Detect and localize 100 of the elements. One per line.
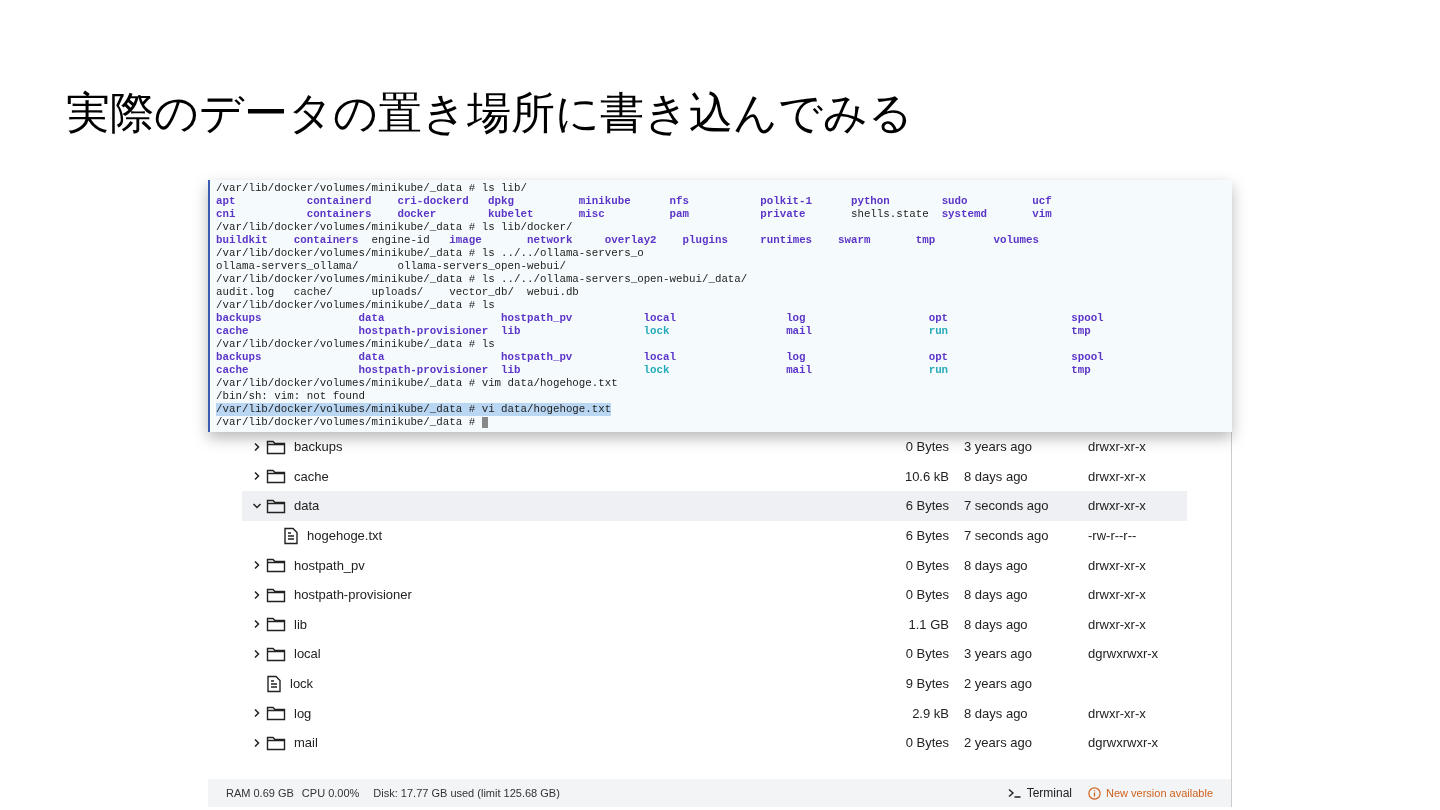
listing-entry: spool xyxy=(1071,351,1105,364)
file-name: hogehoge.txt xyxy=(307,528,383,544)
listing-entry: dpkg xyxy=(488,195,516,208)
listing-entry: systemd xyxy=(941,208,988,221)
terminal-command: /var/lib/docker/volumes/minikube/_data # ls xyxy=(216,338,496,351)
file-row[interactable]: local 0 Bytes 3 years ago dgrwxrwxr-x xyxy=(242,639,1187,669)
terminal-command: /var/lib/docker/volumes/minikube/_data # vi data/hogehoge.txt xyxy=(216,403,612,416)
chevron-icon[interactable] xyxy=(252,501,262,511)
permissions: drwxr-xr-x xyxy=(1088,705,1146,721)
terminal-output: ollama-servers_ollama/ ollama-servers_open-webui/ xyxy=(216,260,567,273)
listing-entry: vim xyxy=(1032,208,1053,221)
modified-time: 2 years ago xyxy=(963,735,1033,751)
permissions: drwxr-xr-x xyxy=(1088,557,1146,573)
cursor xyxy=(481,417,488,428)
listing-entry: private xyxy=(760,208,807,221)
listing-entry: lock xyxy=(643,325,671,338)
listing-entry: lib xyxy=(501,364,522,377)
listing-entry: overlay2 xyxy=(604,234,658,247)
folder-icon xyxy=(266,557,286,574)
listing-entry: tmp xyxy=(1071,364,1092,377)
listing-entry: pam xyxy=(669,208,690,221)
modified-time: 7 seconds ago xyxy=(963,528,1050,544)
chevron-icon[interactable] xyxy=(252,708,262,719)
slide-title: 実際のデータの置き場所に書き込んでみる xyxy=(65,86,914,140)
listing-entry: containers xyxy=(293,234,360,247)
file-row[interactable]: hostpath-provisioner 0 Bytes 8 days ago drwxr-xr-x xyxy=(242,579,1187,610)
file-row[interactable]: backups 0 Bytes 3 years ago drwxr-xr-x xyxy=(242,432,1187,462)
file-name: lib xyxy=(294,616,307,632)
file-row[interactable]: mail 0 Bytes 2 years ago dgrwxrwxr-x xyxy=(242,727,1187,758)
listing-entry: local xyxy=(643,351,677,364)
modified-time: 8 days ago xyxy=(963,557,1029,573)
file-size: 6 Bytes xyxy=(904,498,949,514)
modified-time: 3 years ago xyxy=(963,439,1033,455)
permissions: drwxr-xr-x xyxy=(1088,498,1146,514)
permissions: dgrwxrwxr-x xyxy=(1088,646,1159,662)
file-size: 2.9 kB xyxy=(911,705,949,721)
listing-entry: cni xyxy=(216,208,237,221)
permissions: -rw-r--r-- xyxy=(1088,528,1137,544)
file-size: 9 Bytes xyxy=(904,676,949,692)
chevron-icon[interactable] xyxy=(252,560,262,571)
listing-entry: kubelet xyxy=(488,208,535,221)
listing-entry: polkit-1 xyxy=(760,195,814,208)
listing-entry: python xyxy=(850,195,891,208)
listing-entry: opt xyxy=(928,351,950,364)
file-size: 0 Bytes xyxy=(904,735,949,751)
chevron-icon[interactable] xyxy=(252,441,262,452)
listing-entry: run xyxy=(928,364,950,377)
listing-entry: image xyxy=(449,234,483,247)
folder-icon xyxy=(266,468,286,485)
listing-entry: cri-dockerd xyxy=(397,195,470,208)
file-size: 0 Bytes xyxy=(904,557,949,573)
file-name: log xyxy=(294,705,312,721)
permissions: drwxr-xr-x xyxy=(1088,439,1146,455)
folder-icon xyxy=(266,734,286,751)
terminal-output: /bin/sh: vim: not found xyxy=(216,390,367,403)
listing-entry: data xyxy=(358,312,386,325)
modified-time: 2 years ago xyxy=(963,676,1033,692)
ram-usage: RAM 0.69 GB xyxy=(226,787,294,799)
terminal-command: /var/lib/docker/volumes/minikube/_data # vim data/hogehoge.txt xyxy=(216,377,619,390)
file-name: backups xyxy=(294,439,343,455)
listing-entry: run xyxy=(928,325,950,338)
modified-time: 8 days ago xyxy=(963,468,1029,484)
listing-entry: plugins xyxy=(682,234,729,247)
file-row[interactable]: hostpath_pv 0 Bytes 8 days ago drwxr-xr-x xyxy=(242,550,1187,580)
file-row[interactable]: data 6 Bytes 7 seconds ago drwxr-xr-x xyxy=(242,491,1187,521)
file-row[interactable]: lock 9 Bytes 2 years ago xyxy=(242,668,1187,699)
chevron-icon[interactable] xyxy=(252,589,262,600)
listing-entry: containers xyxy=(306,208,373,221)
file-size: 0 Bytes xyxy=(904,646,949,662)
listing-entry: lib xyxy=(501,325,522,338)
listing-entry: containerd xyxy=(306,195,373,208)
file-row[interactable]: hogehoge.txt 6 Bytes 7 seconds ago -rw-r--r-- xyxy=(242,520,1187,551)
terminal-icon xyxy=(1007,788,1022,798)
permissions: drwxr-xr-x xyxy=(1088,468,1146,484)
chevron-icon[interactable] xyxy=(252,471,262,482)
file-size: 0 Bytes xyxy=(904,587,949,603)
folder-icon xyxy=(266,438,286,455)
listing-entry: tmp xyxy=(915,234,937,247)
listing-entry: shells.state xyxy=(850,208,930,221)
listing-entry: backups xyxy=(216,351,263,364)
folder-icon xyxy=(266,586,286,603)
disk-usage: Disk: 17.77 GB used (limit 125.68 GB) xyxy=(373,787,560,799)
listing-entry: local xyxy=(643,312,677,325)
listing-entry: runtimes xyxy=(760,234,814,247)
listing-entry: mail xyxy=(786,364,814,377)
chevron-icon[interactable] xyxy=(252,619,262,630)
chevron-icon[interactable] xyxy=(252,648,262,659)
folder-icon xyxy=(266,498,286,514)
file-name: cache xyxy=(294,468,329,484)
file-name: local xyxy=(294,646,321,662)
chevron-icon[interactable] xyxy=(252,737,262,748)
update-link[interactable]: New version available xyxy=(1088,786,1213,800)
permissions: drwxr-xr-x xyxy=(1088,616,1146,632)
cpu-usage: CPU 0.00% xyxy=(301,787,360,799)
file-row[interactable]: log 2.9 kB 8 days ago drwxr-xr-x xyxy=(242,698,1187,728)
file-row[interactable]: lib 1.1 GB 8 days ago drwxr-xr-x xyxy=(242,609,1187,640)
file-row[interactable]: cache 10.6 kB 8 days ago drwxr-xr-x xyxy=(242,461,1187,492)
listing-entry: sudo xyxy=(941,195,969,208)
listing-entry: hostpath_pv xyxy=(501,312,574,325)
terminal-button[interactable]: Terminal xyxy=(1007,786,1072,800)
